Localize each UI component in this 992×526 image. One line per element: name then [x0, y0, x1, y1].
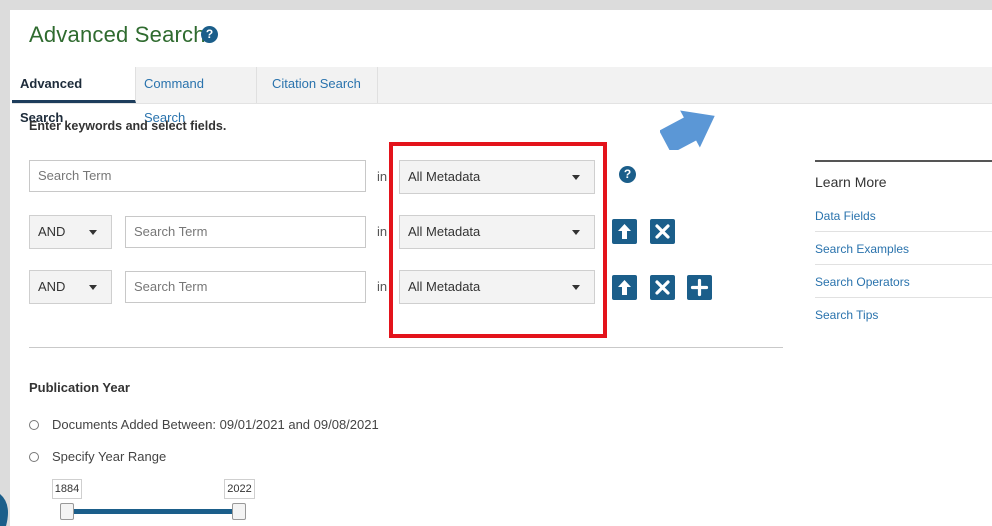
- divider: [29, 347, 783, 348]
- year-range-slider-end-handle[interactable]: [232, 503, 246, 520]
- tab-advanced-search[interactable]: Advanced Search: [12, 67, 136, 125]
- year-range-end: 2022: [224, 479, 255, 499]
- learn-more-title: Learn More: [815, 174, 887, 190]
- in-label: in: [377, 224, 388, 239]
- corner-logo-icon: [0, 494, 8, 526]
- divider: [815, 297, 992, 298]
- page-title: Advanced Search: [29, 22, 206, 47]
- learn-more-link-search-examples[interactable]: Search Examples: [815, 242, 909, 256]
- operator-select-value: AND: [38, 224, 66, 239]
- radio-label-documents-added: Documents Added Between: 09/01/2021 and …: [52, 417, 379, 432]
- annotation-arrow-icon: [660, 110, 715, 150]
- arrow-up-icon: [618, 224, 631, 239]
- in-label: in: [377, 169, 388, 184]
- operator-select-2[interactable]: AND: [29, 215, 112, 249]
- operator-select-3[interactable]: AND: [29, 270, 112, 304]
- tab-command-search[interactable]: Command Search: [136, 67, 257, 125]
- chevron-down-icon: [89, 285, 97, 290]
- search-term-input-3[interactable]: Search Term: [125, 271, 366, 303]
- chevron-down-icon: [89, 230, 97, 235]
- annotation-highlight-box: [389, 142, 607, 338]
- year-range-slider-start-handle[interactable]: [60, 503, 74, 520]
- tab-citation-search[interactable]: Citation Search: [257, 67, 378, 103]
- year-range-slider-track[interactable]: [66, 509, 242, 514]
- learn-more-top-rule: [815, 160, 992, 162]
- tab-bar: Advanced Search Command Search Citation …: [12, 67, 992, 125]
- radio-specify-year-range[interactable]: [29, 452, 39, 462]
- move-up-button[interactable]: [612, 275, 637, 300]
- learn-more-link-search-tips[interactable]: Search Tips: [815, 308, 878, 322]
- search-term-input-2[interactable]: Search Term: [125, 216, 366, 248]
- remove-row-button[interactable]: [650, 275, 675, 300]
- add-row-button[interactable]: [687, 275, 712, 300]
- arrow-up-icon: [618, 280, 631, 295]
- instructions-text: Enter keywords and select fields.: [29, 119, 227, 133]
- close-icon: [655, 280, 670, 295]
- year-range-start: 1884: [52, 479, 82, 499]
- search-term-input-1[interactable]: Search Term: [29, 160, 366, 192]
- radio-label-specify-year-range: Specify Year Range: [52, 449, 167, 464]
- remove-row-button[interactable]: [650, 219, 675, 244]
- plus-icon: [690, 278, 709, 297]
- divider: [815, 231, 992, 232]
- help-icon[interactable]: ?: [619, 166, 636, 183]
- move-up-button[interactable]: [612, 219, 637, 244]
- close-icon: [655, 224, 670, 239]
- learn-more-link-data-fields[interactable]: Data Fields: [815, 209, 876, 223]
- learn-more-link-search-operators[interactable]: Search Operators: [815, 275, 910, 289]
- divider: [815, 264, 992, 265]
- radio-documents-added[interactable]: [29, 420, 39, 430]
- publication-year-title: Publication Year: [29, 380, 130, 395]
- operator-select-value: AND: [38, 279, 66, 294]
- in-label: in: [377, 279, 388, 294]
- help-icon[interactable]: ?: [201, 26, 218, 43]
